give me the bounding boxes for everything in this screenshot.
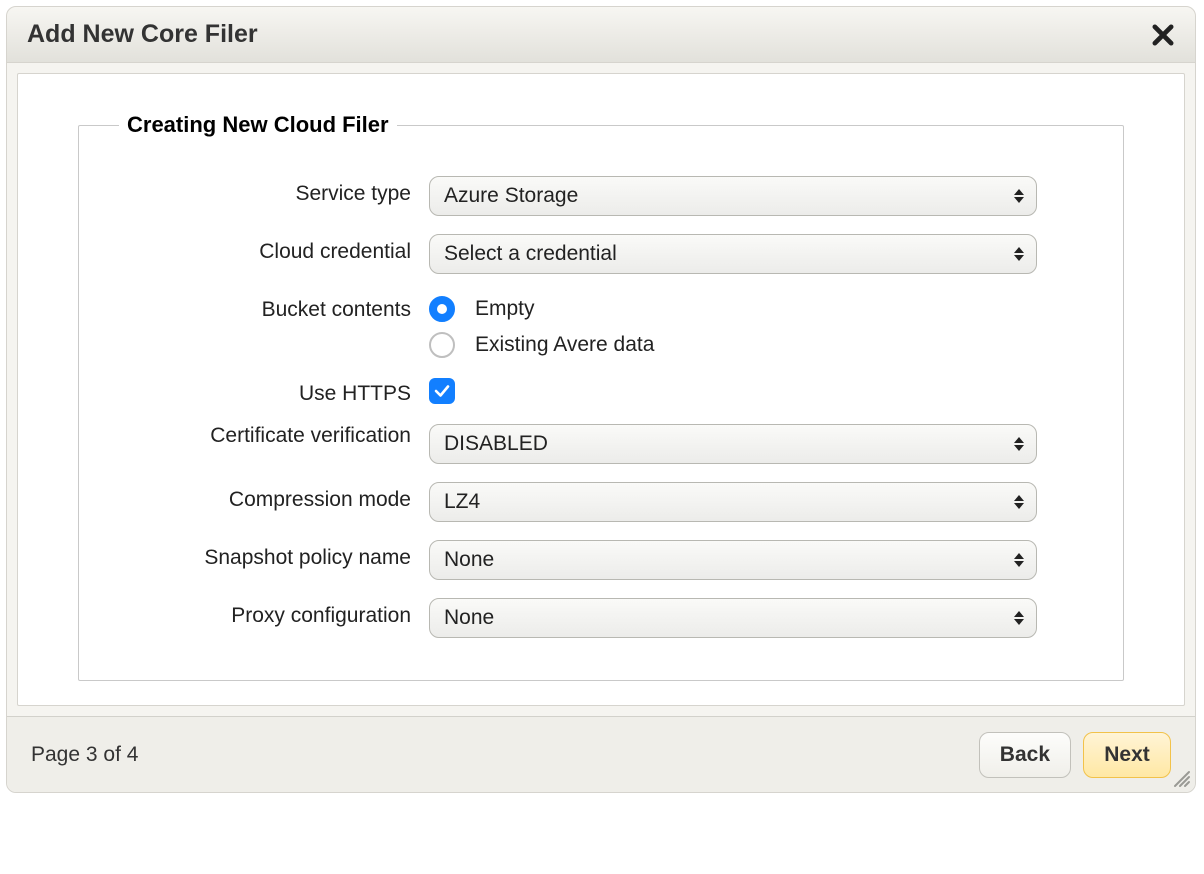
cloud-credential-select[interactable]: Select a credential — [429, 234, 1037, 274]
bucket-contents-radio-group: Empty Existing Avere data — [429, 292, 1093, 358]
next-button[interactable]: Next — [1083, 732, 1171, 778]
proxy-config-select[interactable]: None — [429, 598, 1037, 638]
service-type-value: Azure Storage — [444, 184, 578, 208]
service-type-label: Service type — [109, 176, 429, 206]
dialog-titlebar: Add New Core Filer — [7, 7, 1195, 63]
service-type-select[interactable]: Azure Storage — [429, 176, 1037, 216]
back-button[interactable]: Back — [979, 732, 1071, 778]
chevron-updown-icon — [1014, 611, 1024, 625]
dialog-title: Add New Core Filer — [27, 20, 258, 49]
bucket-contents-label: Bucket contents — [109, 292, 429, 322]
cert-verification-select[interactable]: DISABLED — [429, 424, 1037, 464]
compression-mode-label: Compression mode — [109, 482, 429, 512]
snapshot-policy-label: Snapshot policy name — [109, 540, 429, 570]
snapshot-policy-select[interactable]: None — [429, 540, 1037, 580]
use-https-label: Use HTTPS — [109, 376, 429, 406]
chevron-updown-icon — [1014, 495, 1024, 509]
chevron-updown-icon — [1014, 189, 1024, 203]
group-legend: Creating New Cloud Filer — [119, 112, 397, 138]
cloud-credential-value: Select a credential — [444, 242, 617, 266]
bucket-empty-label: Empty — [475, 297, 535, 321]
close-icon[interactable] — [1149, 21, 1177, 49]
proxy-config-value: None — [444, 606, 494, 630]
cert-verification-label: Certificate verification — [109, 424, 429, 448]
add-core-filer-dialog: Add New Core Filer Creating New Cloud Fi… — [6, 6, 1196, 793]
snapshot-policy-value: None — [444, 548, 494, 572]
bucket-existing-radio[interactable] — [429, 332, 455, 358]
cloud-credential-label: Cloud credential — [109, 234, 429, 264]
chevron-updown-icon — [1014, 437, 1024, 451]
bucket-existing-label: Existing Avere data — [475, 333, 654, 357]
cert-verification-value: DISABLED — [444, 432, 548, 456]
use-https-checkbox[interactable] — [429, 378, 455, 404]
compression-mode-select[interactable]: LZ4 — [429, 482, 1037, 522]
page-indicator: Page 3 of 4 — [31, 743, 138, 767]
dialog-footer: Page 3 of 4 Back Next — [7, 716, 1195, 792]
dialog-content: Creating New Cloud Filer Service type Az… — [17, 73, 1185, 706]
chevron-updown-icon — [1014, 247, 1024, 261]
compression-mode-value: LZ4 — [444, 490, 480, 514]
bucket-empty-radio[interactable] — [429, 296, 455, 322]
proxy-config-label: Proxy configuration — [109, 598, 429, 628]
resize-grip-icon — [1173, 770, 1191, 788]
chevron-updown-icon — [1014, 553, 1024, 567]
cloud-filer-group: Creating New Cloud Filer Service type Az… — [78, 112, 1124, 681]
